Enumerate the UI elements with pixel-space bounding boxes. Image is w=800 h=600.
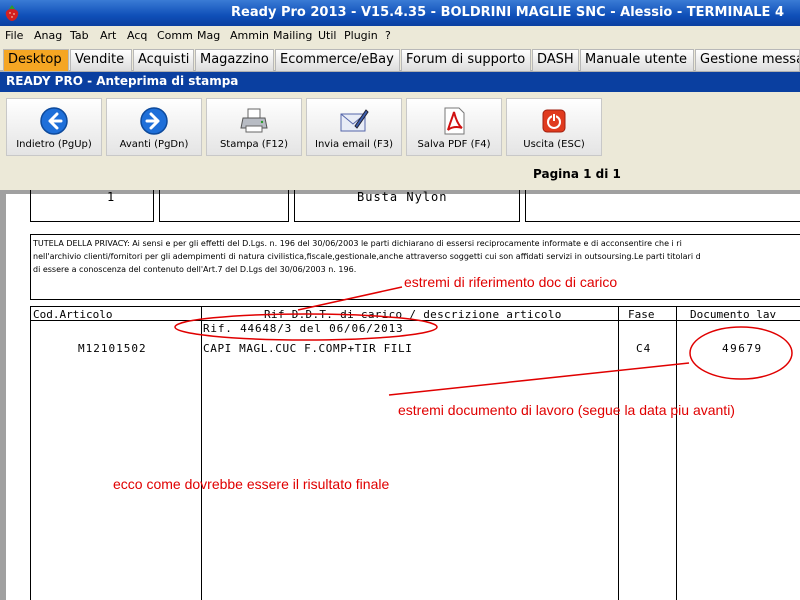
menu-comm[interactable]: Comm — [157, 29, 193, 42]
annotation-overlay — [174, 286, 793, 396]
tab-dash[interactable]: DASH — [532, 49, 579, 71]
ref-highlight-ellipse — [174, 313, 438, 341]
tab-gestione-messaggi[interactable]: Gestione messa — [695, 49, 800, 71]
strawberry-icon — [5, 5, 19, 21]
arrow-left-icon — [40, 107, 68, 135]
pdf-icon — [444, 107, 465, 135]
menu-file[interactable]: File — [5, 29, 23, 42]
tab-vendite[interactable]: Vendite — [70, 49, 132, 71]
annotation-doc: estremi documento di lavoro (segue la da… — [398, 402, 735, 418]
arrow-right-icon — [140, 107, 168, 135]
title-bar: Ready Pro 2013 - V15.4.35 - BOLDRINI MAG… — [0, 0, 800, 26]
annotation-final: ecco come dovrebbe essere il risultato f… — [113, 476, 390, 492]
tab-bar: Desktop Vendite Acquisti Magazzino Ecomm… — [0, 46, 800, 72]
section-title: READY PRO - Anteprima di stampa — [0, 72, 800, 92]
exit-button[interactable]: Uscita (ESC) — [506, 98, 602, 156]
doc-highlight-ellipse — [689, 326, 793, 380]
tab-forum[interactable]: Forum di supporto — [401, 49, 531, 71]
annotation-ref: estremi di riferimento doc di carico — [404, 274, 618, 290]
back-label: Indietro (PgUp) — [16, 139, 92, 150]
tab-manuale[interactable]: Manuale utente — [580, 49, 694, 71]
tab-ecommerce[interactable]: Ecommerce/eBay — [275, 49, 400, 71]
tab-acquisti[interactable]: Acquisti — [133, 49, 194, 71]
menu-acq[interactable]: Acq — [127, 29, 147, 42]
ref-pointer-line — [297, 286, 403, 311]
menu-plugin[interactable]: Plugin — [344, 29, 378, 42]
save-pdf-button[interactable]: Salva PDF (F4) — [406, 98, 502, 156]
menu-help[interactable]: ? — [385, 29, 391, 42]
doc-pointer-line — [388, 362, 690, 396]
print-label: Stampa (F12) — [219, 139, 289, 150]
send-email-button[interactable]: Invia email (F3) — [306, 98, 402, 156]
power-icon — [542, 109, 566, 133]
pdf-label: Salva PDF (F4) — [417, 139, 491, 150]
forward-label: Avanti (PgDn) — [119, 139, 189, 150]
menu-tab[interactable]: Tab — [70, 29, 89, 42]
forward-button[interactable]: Avanti (PgDn) — [106, 98, 202, 156]
print-preview[interactable]: 1 Busta Nylon TUTELA DELLA PRIVACY: Ai s… — [0, 190, 800, 600]
window-title: Ready Pro 2013 - V15.4.35 - BOLDRINI MAG… — [231, 5, 784, 20]
menu-mag[interactable]: Mag — [197, 29, 220, 42]
print-button[interactable]: Stampa (F12) — [206, 98, 302, 156]
back-button[interactable]: Indietro (PgUp) — [6, 98, 102, 156]
menu-bar: File Anag Tab Art Acq Comm Mag Ammin Mai… — [0, 26, 800, 46]
tab-desktop[interactable]: Desktop — [3, 49, 69, 71]
menu-art[interactable]: Art — [100, 29, 116, 42]
menu-util[interactable]: Util — [318, 29, 336, 42]
email-label: Invia email (F3) — [315, 139, 393, 150]
menu-ammin[interactable]: Ammin — [230, 29, 269, 42]
printer-icon — [240, 108, 268, 133]
exit-label: Uscita (ESC) — [523, 139, 585, 150]
toolbar: Indietro (PgUp) Avanti (PgDn) Stampa (F1… — [0, 92, 800, 158]
menu-mailing[interactable]: Mailing — [273, 29, 312, 42]
envelope-icon — [340, 109, 369, 132]
tab-magazzino[interactable]: Magazzino — [195, 49, 274, 71]
menu-anag[interactable]: Anag — [34, 29, 62, 42]
page-indicator: Pagina 1 di 1 — [533, 167, 621, 181]
